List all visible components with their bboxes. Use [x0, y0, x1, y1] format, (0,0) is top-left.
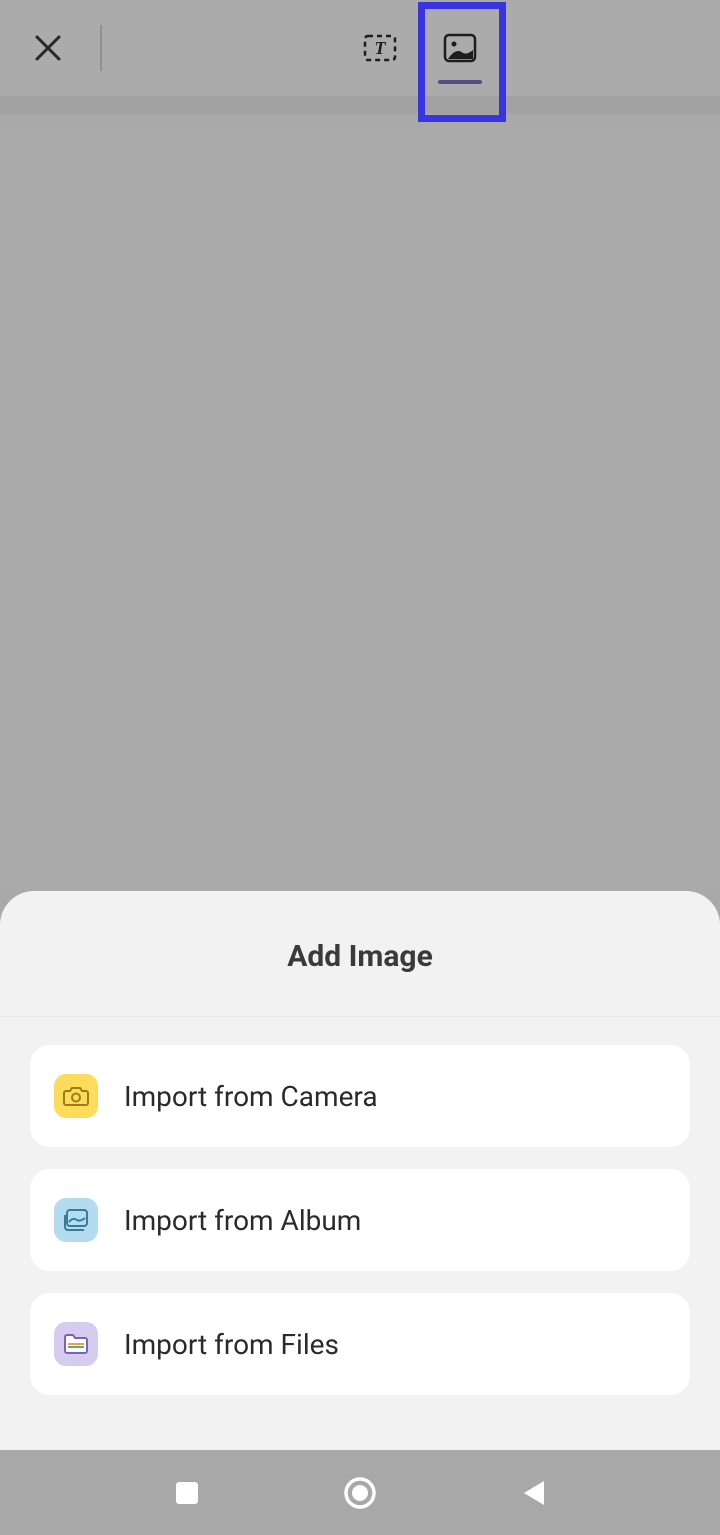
image-tab[interactable] — [420, 8, 500, 88]
triangle-back-icon — [520, 1479, 546, 1507]
top-accent — [0, 96, 720, 114]
tab-group: T — [340, 0, 500, 96]
circle-icon — [343, 1476, 377, 1510]
picture-icon — [442, 33, 478, 63]
sheet-title: Add Image — [0, 891, 720, 1017]
home-button[interactable] — [330, 1463, 390, 1523]
system-navbar — [0, 1450, 720, 1535]
active-tab-indicator — [438, 80, 482, 84]
add-image-sheet: Add Image Import from Camera Import from… — [0, 891, 720, 1450]
folder-icon — [54, 1322, 98, 1366]
import-from-camera[interactable]: Import from Camera — [30, 1045, 690, 1147]
text-scan-icon: T — [362, 33, 398, 63]
camera-icon — [54, 1074, 98, 1118]
text-tab[interactable]: T — [340, 8, 420, 88]
option-label: Import from Files — [124, 1328, 339, 1361]
separator — [100, 25, 102, 71]
option-label: Import from Album — [124, 1204, 361, 1237]
close-button[interactable] — [30, 30, 66, 66]
square-icon — [174, 1480, 200, 1506]
top-toolbar: T — [0, 0, 720, 96]
import-from-files[interactable]: Import from Files — [30, 1293, 690, 1395]
import-from-album[interactable]: Import from Album — [30, 1169, 690, 1271]
option-label: Import from Camera — [124, 1080, 378, 1113]
close-icon — [33, 33, 63, 63]
option-list: Import from Camera Import from Album — [0, 1017, 720, 1395]
recent-apps-button[interactable] — [157, 1463, 217, 1523]
album-icon — [54, 1198, 98, 1242]
svg-text:T: T — [375, 38, 387, 58]
back-button[interactable] — [503, 1463, 563, 1523]
